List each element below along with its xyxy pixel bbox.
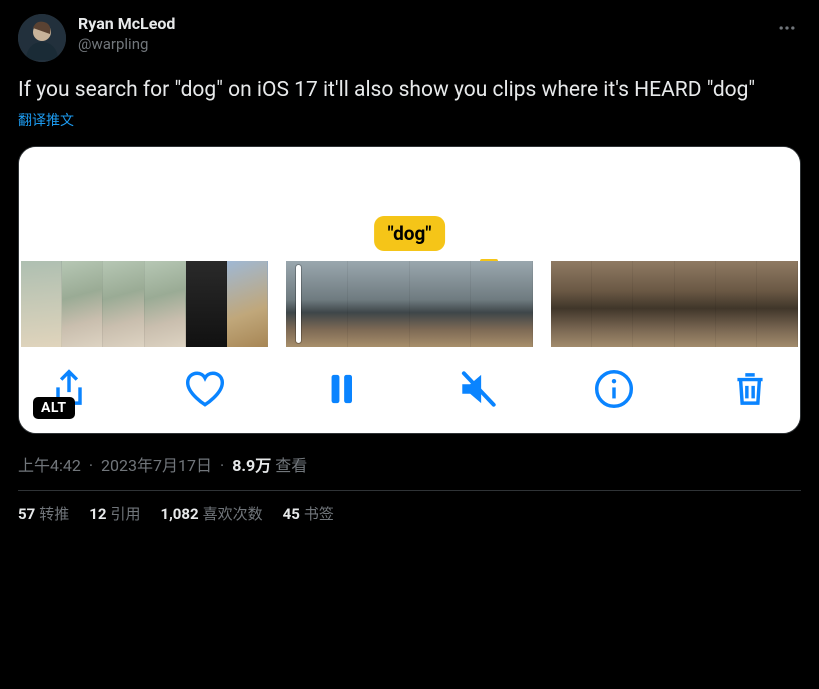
tweet-meta: 上午4:42 · 2023年7月17日 · 8.9万 查看 bbox=[18, 452, 801, 476]
clip-frame bbox=[757, 261, 798, 347]
clip-frame bbox=[227, 261, 268, 347]
media-top-area: "dog" bbox=[19, 147, 800, 257]
retweets-stat[interactable]: 57转推 bbox=[18, 503, 69, 524]
speaker-muted-icon bbox=[456, 367, 500, 411]
video-timeline[interactable] bbox=[19, 257, 800, 353]
user-handle[interactable]: @warpling bbox=[78, 34, 773, 54]
ellipsis-icon bbox=[777, 18, 797, 38]
delete-button[interactable] bbox=[728, 367, 772, 411]
translate-link[interactable]: 翻译推文 bbox=[18, 110, 801, 130]
clip-frame bbox=[103, 261, 144, 347]
tweet-header: Ryan McLeod @warpling bbox=[18, 14, 801, 62]
tweet-stats: 57转推 12引用 1,082喜欢次数 45书签 bbox=[18, 503, 801, 524]
info-icon bbox=[592, 367, 636, 411]
pause-button[interactable] bbox=[319, 367, 363, 411]
quotes-stat[interactable]: 12引用 bbox=[89, 503, 140, 524]
view-label: 查看 bbox=[275, 452, 307, 476]
clip-frame bbox=[675, 261, 716, 347]
clip-frame bbox=[21, 261, 62, 347]
clip-frame bbox=[410, 261, 472, 347]
view-count: 8.9万 bbox=[232, 452, 271, 476]
meta-sep: · bbox=[85, 456, 97, 475]
clip-frame bbox=[551, 261, 592, 347]
info-button[interactable] bbox=[592, 367, 636, 411]
pause-icon bbox=[319, 367, 363, 411]
like-button[interactable] bbox=[183, 367, 227, 411]
tweet-date[interactable]: 2023年7月17日 bbox=[101, 452, 212, 476]
tweet-text: If you search for "dog" on iOS 17 it'll … bbox=[18, 76, 801, 104]
clip-group-2[interactable] bbox=[286, 261, 533, 347]
clip-frame bbox=[633, 261, 674, 347]
heart-icon bbox=[183, 367, 227, 411]
search-tag-bubble: "dog" bbox=[374, 216, 446, 251]
likes-stat[interactable]: 1,082喜欢次数 bbox=[160, 503, 262, 524]
divider bbox=[18, 490, 801, 491]
clip-frame bbox=[62, 261, 103, 347]
author-names: Ryan McLeod @warpling bbox=[78, 14, 773, 54]
clip-frame bbox=[186, 261, 227, 347]
bookmarks-stat[interactable]: 45书签 bbox=[283, 503, 334, 524]
clip-frame bbox=[348, 261, 410, 347]
mute-button[interactable] bbox=[456, 367, 500, 411]
tweet-time[interactable]: 上午4:42 bbox=[18, 452, 81, 476]
clip-frame bbox=[145, 261, 186, 347]
more-button[interactable] bbox=[773, 14, 801, 42]
avatar[interactable] bbox=[18, 14, 66, 62]
media-toolbar bbox=[19, 353, 800, 433]
trash-icon bbox=[728, 367, 772, 411]
clip-frame bbox=[592, 261, 633, 347]
playhead-indicator[interactable] bbox=[296, 265, 301, 343]
clip-frame bbox=[471, 261, 533, 347]
alt-badge[interactable]: ALT bbox=[33, 397, 75, 419]
clip-frame bbox=[716, 261, 757, 347]
clip-group-1[interactable] bbox=[21, 261, 268, 347]
display-name[interactable]: Ryan McLeod bbox=[78, 14, 773, 34]
clip-group-3[interactable] bbox=[551, 261, 798, 347]
tweet-container: Ryan McLeod @warpling If you search for … bbox=[0, 0, 819, 534]
media-attachment[interactable]: "dog" bbox=[18, 146, 801, 434]
meta-sep: · bbox=[216, 456, 228, 475]
